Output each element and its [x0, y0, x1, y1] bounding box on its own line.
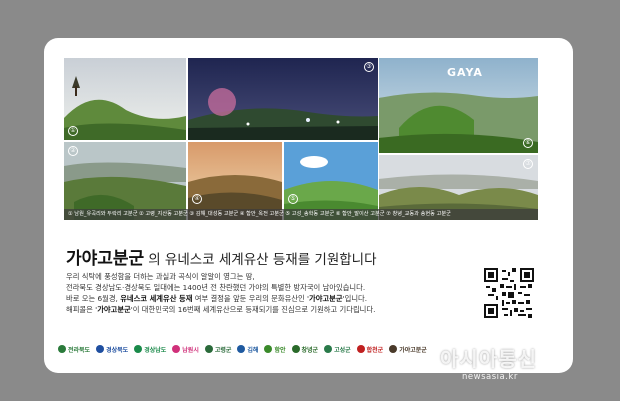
photo-tomb-3: ③: [188, 58, 378, 140]
photo-collage: ① ③ GAYA ⑥ ② ④ ⑤ ⑦ ① 남원_유곡리와 두락리 고분군 ② 고…: [64, 58, 538, 220]
sponsor-logo-icon: [204, 345, 213, 353]
sponsor-logo: 합천군: [356, 345, 384, 354]
photo-number-4: ④: [192, 194, 202, 204]
body-line-2: 전라북도 경상남도·경상북도 일대에는 1400년 전 찬란했던 가야의 특별한…: [66, 283, 366, 292]
body-line-4-brand: 가야고분군: [97, 305, 131, 314]
sponsor-logo-icon: [237, 345, 246, 353]
body-line-3-bold: 유네스코 세계유산 등재: [120, 294, 193, 303]
photo-number-6: ⑥: [523, 138, 533, 148]
sponsor-logo: 가야고분군: [389, 345, 427, 354]
sponsor-logo: 전라북도: [58, 345, 90, 354]
photo-caption-bar: ① 남원_유곡리와 두락리 고분군 ② 고령_지산동 고분군 ③ 김해_대성동 …: [64, 209, 538, 220]
body-line-3-post: '입니다.: [342, 294, 368, 303]
sponsor-logo-label: 가야고분군: [399, 346, 427, 354]
sponsor-logo-label: 김해: [247, 346, 259, 354]
photo-caption: ① 남원_유곡리와 두락리 고분군 ② 고령_지산동 고분군 ③ 김해_대성동 …: [68, 211, 451, 217]
body-line-3-pre: 바로 오는 6월경,: [66, 294, 121, 303]
sponsor-logo: 경상북도: [96, 345, 128, 354]
photo-number-7: ⑦: [523, 159, 533, 169]
sponsor-logo-label: 합천군: [366, 346, 384, 354]
gaya-logo: GAYA: [447, 66, 483, 79]
sponsor-logo: 고령군: [204, 345, 232, 354]
sponsor-logo: 함안: [264, 345, 286, 354]
photo-number-3: ③: [364, 62, 374, 72]
qr-code[interactable]: [484, 268, 534, 318]
watermark-text: 아시아통신: [440, 347, 537, 371]
sponsor-logo-label: 고성군: [334, 346, 351, 354]
sponsor-logo-icon: [134, 345, 143, 353]
sponsor-logo-icon: [291, 345, 300, 353]
body-text: 우리 식탁에 풍성함을 더하는 과실과 곡식이 알알이 영그는 땅, 전라북도 …: [66, 271, 476, 315]
headline: 가야고분군 의 유네스코 세계유산 등재를 기원합니다: [66, 244, 377, 269]
sponsor-logo: 창녕군: [291, 345, 319, 354]
sponsor-logo: 고성군: [324, 345, 351, 354]
body-line-3-brand: 가야고분군: [309, 294, 343, 303]
body-line-4: 해피콜은 '가야고분군'이 대한민국의 16번째 세계유산으로 등재되기를 진심…: [66, 304, 476, 315]
body-line-3-mid: 여부 결정을 앞둔 우리의 문화유산인 ': [192, 294, 310, 303]
photo-number-2: ②: [68, 146, 78, 156]
sponsor-logo-icon: [356, 345, 365, 353]
sponsor-logo-label: 고령군: [214, 346, 232, 354]
sponsor-logo: 김해: [237, 345, 258, 354]
sponsor-logo-label: 전라북도: [68, 346, 91, 354]
photo-tomb-1: ①: [64, 58, 186, 140]
sponsor-logo-label: 남원시: [182, 346, 199, 354]
sponsor-logo-icon: [58, 345, 66, 353]
advertisement-card: ① ③ GAYA ⑥ ② ④ ⑤ ⑦ ① 남원_유곡리와 두락리 고분군 ② 고…: [44, 38, 573, 373]
body-line-1: 우리 식탁에 풍성함을 더하는 과실과 곡식이 알알이 영그는 땅,: [66, 272, 255, 281]
sponsor-logo-icon: [389, 345, 398, 353]
sponsor-logo-icon: [264, 345, 273, 353]
headline-brand: 가야고분군: [66, 249, 145, 269]
body-line-4-pre: 해피콜은 ': [66, 305, 98, 314]
watermark-url: newsasia.kr: [462, 372, 518, 382]
body-line-3: 바로 오는 6월경, 유네스코 세계유산 등재 여부 결정을 앞둔 우리의 문화…: [66, 293, 476, 304]
sponsor-logo-label: 경상남도: [144, 346, 167, 354]
sponsor-logo: 경상남도: [134, 345, 166, 354]
sponsor-logo-icon: [172, 345, 181, 353]
photo-number-5: ⑤: [288, 194, 298, 204]
sponsor-logo-label: 경상북도: [106, 346, 129, 354]
sponsor-logo-label: 창녕군: [301, 346, 319, 354]
body-line-4-post: '이 대한민국의 16번째 세계유산으로 등재되기를 진심으로 기원하고 기다립…: [130, 305, 376, 314]
sponsor-logo-label: 함안: [274, 346, 286, 354]
sponsor-logo: 남원시: [172, 345, 199, 354]
photo-tomb-6: GAYA ⑥: [379, 58, 538, 153]
headline-rest: 의 유네스코 세계유산 등재를 기원합니다: [148, 252, 377, 268]
sponsor-logo-icon: [96, 345, 105, 353]
sponsor-logo-icon: [324, 345, 333, 353]
photo-number-1: ①: [68, 126, 78, 136]
